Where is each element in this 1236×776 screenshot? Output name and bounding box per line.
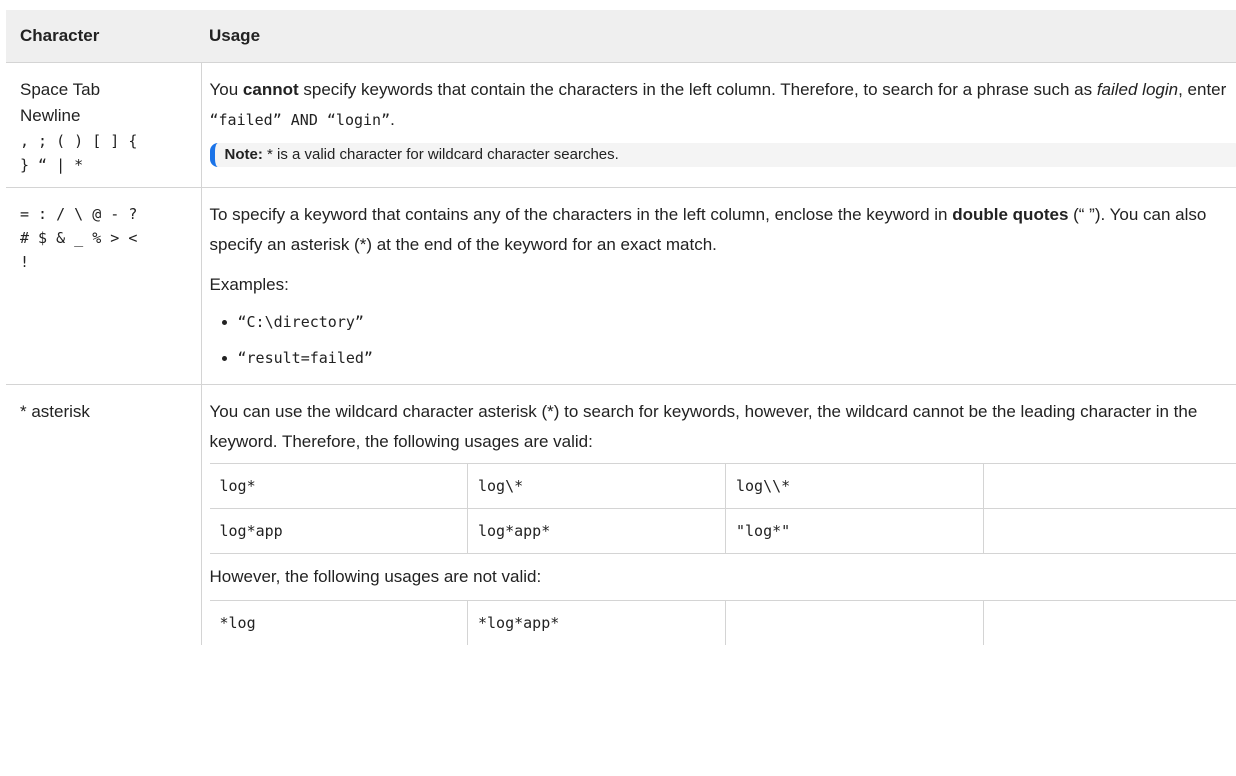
table-cell: log* (209, 463, 468, 509)
usage-cell: You cannot specify keywords that contain… (201, 62, 1236, 188)
chars-line: Space Tab (20, 80, 101, 99)
usage-text: To specify a keyword that contains any o… (209, 205, 1207, 254)
invalid-usages-label: However, the following usages are not va… (209, 553, 1236, 600)
table-cell (983, 508, 1236, 553)
table-cell (725, 600, 984, 645)
table-cell: log\* (467, 463, 726, 509)
chars-line: ! (20, 253, 30, 271)
examples-list: “C:\directory” “result=failed” (210, 304, 1236, 376)
header-character: Character (6, 10, 201, 63)
usage-cell: To specify a keyword that contains any o… (201, 187, 1236, 385)
usage-text: You can use the wildcard character aster… (209, 402, 1198, 451)
note-callout: Note: * is a valid character for wildcar… (209, 143, 1236, 167)
list-item: “result=failed” (238, 340, 1236, 376)
table-cell: log\\* (725, 463, 984, 509)
table-row: = : / \ @ - ? # $ & _ % > < ! To specify… (6, 187, 1236, 385)
valid-usages-table: log* log\* log\\* log*app log*app* "log*… (209, 463, 1236, 553)
characters-cell: * asterisk (6, 384, 202, 645)
chars-line: # $ & _ % > < (20, 229, 138, 247)
table-cell: *log*app* (467, 600, 726, 645)
character-usage-table: Character Usage Space Tab Newline , ; ( … (6, 10, 1236, 645)
table-row: * asterisk You can use the wildcard char… (6, 384, 1236, 645)
chars-line: = : / \ @ - ? (20, 205, 138, 223)
note-text: * is a valid character for wildcard char… (262, 146, 619, 163)
header-usage: Usage (201, 10, 1236, 63)
table-cell (983, 463, 1236, 509)
table-cell (983, 600, 1236, 645)
table-row: Space Tab Newline , ; ( ) [ ] { } “ | * … (6, 62, 1236, 188)
chars-line: } “ | * (20, 156, 84, 174)
characters-cell: = : / \ @ - ? # $ & _ % > < ! (6, 187, 202, 385)
characters-cell: Space Tab Newline , ; ( ) [ ] { } “ | * (6, 62, 202, 188)
table-cell: log*app (209, 508, 468, 553)
table-row: *log *log*app* (209, 600, 1236, 645)
table-row: log*app log*app* "log*" (209, 508, 1236, 553)
examples-label: Examples: (209, 275, 289, 294)
chars-line: Newline (20, 106, 81, 125)
usage-text: You cannot specify keywords that contain… (209, 80, 1227, 129)
list-item: “C:\directory” (238, 304, 1236, 340)
table-cell: *log (209, 600, 468, 645)
note-label: Note: (224, 146, 263, 163)
table-cell: "log*" (725, 508, 984, 553)
chars-line: , ; ( ) [ ] { (20, 132, 138, 150)
table-row: log* log\* log\\* (209, 463, 1236, 509)
invalid-usages-table: *log *log*app* (209, 600, 1236, 645)
table-cell: log*app* (467, 508, 726, 553)
usage-cell: You can use the wildcard character aster… (201, 385, 1236, 645)
table-header-row: Character Usage (6, 10, 1236, 63)
